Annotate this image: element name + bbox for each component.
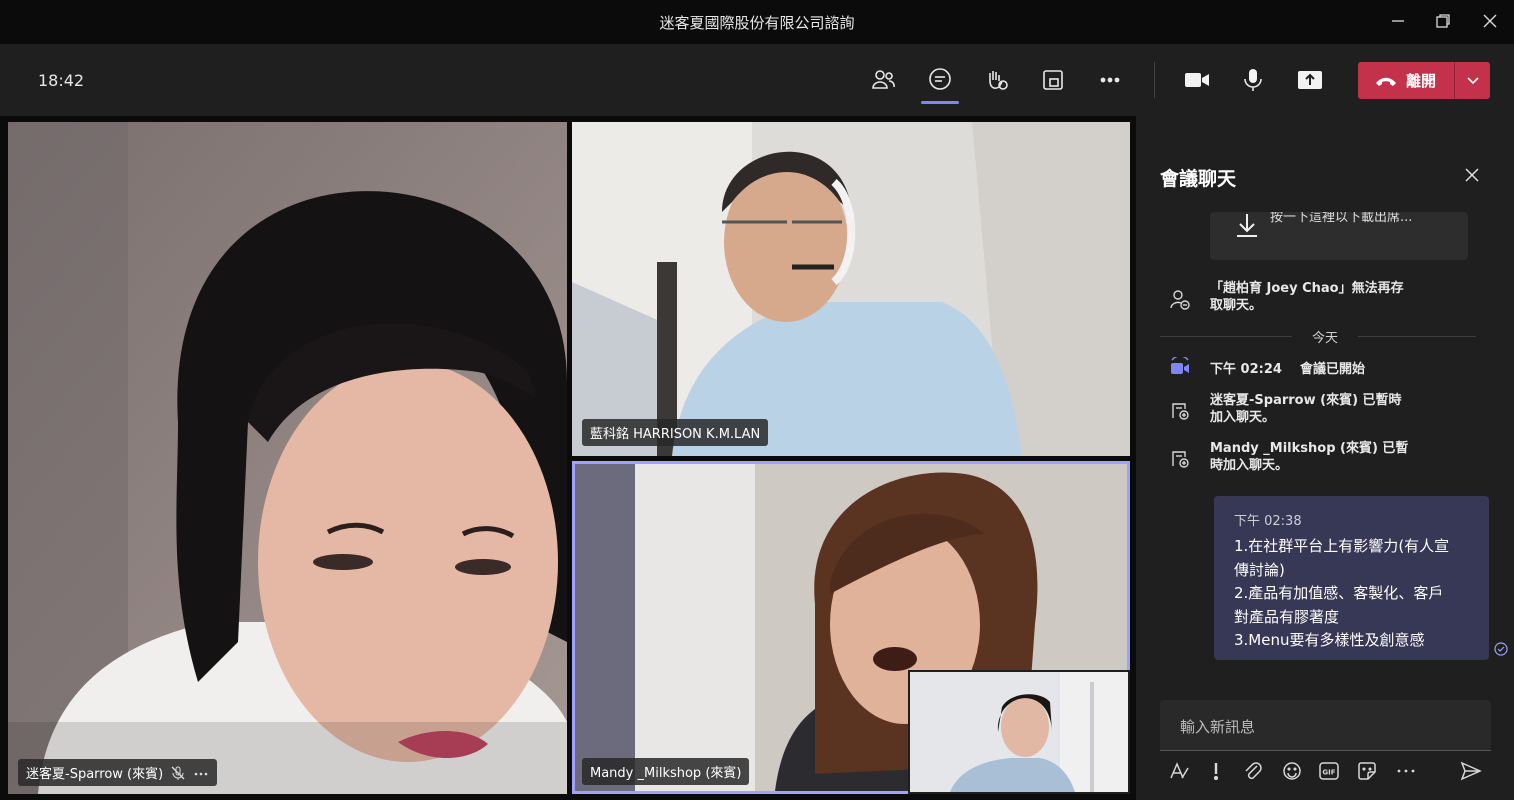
download-card-text: 按一下這裡以下載出席... [1270, 212, 1413, 225]
more-options-icon[interactable] [1393, 758, 1419, 784]
meeting-started-text: 下午 02:24 會議已開始 [1210, 361, 1470, 378]
system-message-text: Mandy _Milkshop (來賓) 已暫 時加入聊天。 [1210, 440, 1430, 474]
participant-name: 藍科銘 HARRISON K.M.LAN [590, 427, 761, 442]
chat-icon[interactable] [922, 62, 958, 98]
leave-label: 離開 [1405, 72, 1436, 90]
name-tag-harrison: 藍科銘 HARRISON K.M.LAN [582, 419, 769, 446]
window-title: 迷客夏國際股份有限公司諮詢 [659, 14, 855, 32]
window-titlebar: 迷客夏國際股份有限公司諮詢 [0, 0, 1514, 44]
chat-join-icon [1168, 447, 1192, 471]
chat-active-indicator [921, 101, 959, 104]
chat-message-bubble[interactable]: 下午 02:38 1.在社群平台上有影響力(有人宣 傳討論) 2.產品有加值感、… [1214, 496, 1489, 660]
video-feed-sparrow [8, 122, 567, 794]
emoji-icon[interactable] [1279, 758, 1305, 784]
system-line: 「趙柏育 Joey Chao」無法再存 [1210, 281, 1404, 296]
toolbar-separator [1154, 62, 1155, 98]
date-divider-left [1160, 336, 1292, 337]
date-divider-right [1358, 336, 1476, 337]
minimize-icon[interactable] [1378, 6, 1418, 36]
message-line: 3.Menu要有多樣性及創意感 [1234, 631, 1425, 649]
system-line: Mandy _Milkshop (來賓) 已暫 [1210, 441, 1409, 456]
important-icon[interactable] [1203, 758, 1229, 784]
send-icon[interactable] [1458, 758, 1484, 784]
attendance-download-card[interactable]: 按一下這裡以下載出席... [1210, 212, 1468, 260]
chat-join-icon [1168, 399, 1192, 423]
name-tag-sparrow: 迷客夏-Sparrow (來賓) [18, 759, 218, 786]
camera-icon[interactable] [1179, 62, 1215, 98]
more-icon[interactable] [193, 766, 209, 780]
message-line: 對產品有膠著度 [1234, 607, 1340, 626]
share-screen-icon[interactable] [1292, 62, 1328, 98]
date-divider-label: 今天 [1311, 331, 1338, 346]
message-time: 下午 02:38 [1234, 514, 1302, 529]
gif-icon[interactable]: GIF [1316, 758, 1342, 784]
attach-icon[interactable] [1240, 758, 1266, 784]
raise-hand-icon[interactable] [978, 62, 1014, 98]
video-tile-harrison[interactable]: 藍科銘 HARRISON K.M.LAN [572, 122, 1130, 456]
hang-up-icon [1375, 77, 1396, 86]
close-icon[interactable] [1458, 161, 1486, 189]
format-icon[interactable] [1166, 758, 1192, 784]
message-line: 傳討論) [1234, 560, 1285, 579]
leave-button[interactable]: 離開 [1358, 62, 1490, 99]
chat-panel: 會議聊天 按一下這裡以下載出席... 「趙柏育 Joey Chao」無法再存 取… [1136, 116, 1514, 800]
system-line: 時加入聊天。 [1210, 458, 1289, 473]
meeting-started-label: 會議已開始 [1300, 362, 1366, 377]
participant-name: 迷客夏-Sparrow (來賓) [26, 767, 164, 782]
video-feed-harrison [572, 122, 1130, 456]
system-line: 加入聊天。 [1210, 410, 1276, 425]
muted-mic-icon [171, 766, 185, 780]
video-stage: 迷客夏-Sparrow (來賓) 藍科銘 HARRISON K.M.LAN Ma… [0, 116, 1136, 800]
system-message-text: 「趙柏育 Joey Chao」無法再存 取聊天。 [1210, 280, 1430, 314]
system-line: 迷客夏-Sparrow (來賓) 已暫時 [1210, 393, 1402, 408]
system-message-text: 迷客夏-Sparrow (來賓) 已暫時 加入聊天。 [1210, 392, 1430, 426]
video-tile-sparrow[interactable]: 迷客夏-Sparrow (來賓) [8, 122, 567, 794]
chevron-down-icon[interactable] [1455, 62, 1490, 99]
message-line: 2.產品有加值感、客製化、客戶 [1234, 584, 1444, 602]
system-line: 取聊天。 [1210, 298, 1263, 313]
self-video-preview[interactable] [908, 670, 1130, 794]
sticker-icon[interactable] [1354, 758, 1380, 784]
meeting-video-icon [1168, 356, 1192, 380]
svg-text:GIF: GIF [1322, 769, 1335, 777]
compose-placeholder: 輸入新訊息 [1180, 718, 1256, 736]
microphone-icon[interactable] [1235, 62, 1271, 98]
read-receipt-icon [1494, 642, 1508, 656]
download-icon [1237, 214, 1257, 237]
restore-icon[interactable] [1423, 6, 1463, 36]
leave-main[interactable]: 離開 [1358, 62, 1452, 99]
person-blocked-icon [1168, 288, 1192, 312]
message-compose-box[interactable]: 輸入新訊息 [1160, 700, 1491, 751]
self-video-feed [910, 672, 1128, 792]
participant-name: Mandy _Milkshop (來賓) [590, 766, 742, 781]
chat-panel-title: 會議聊天 [1160, 168, 1237, 190]
more-actions-icon[interactable] [1092, 62, 1128, 98]
meeting-clock: 18:42 [38, 71, 85, 90]
name-tag-mandy: Mandy _Milkshop (來賓) [582, 758, 750, 785]
message-line: 1.在社群平台上有影響力(有人宣 [1234, 537, 1450, 555]
meeting-started-time: 下午 02:24 [1210, 362, 1282, 377]
close-window-icon[interactable] [1470, 6, 1510, 36]
rooms-icon[interactable] [1035, 62, 1071, 98]
meeting-toolbar: 18:42 [0, 44, 1514, 116]
participants-icon[interactable] [865, 62, 901, 98]
